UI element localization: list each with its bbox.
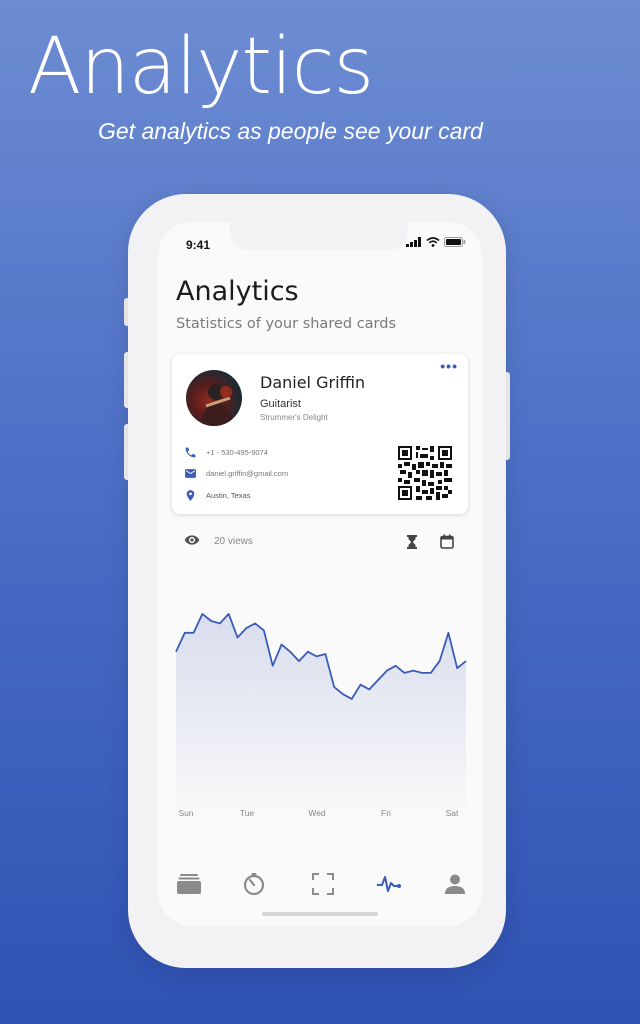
phone-icon: [185, 447, 196, 458]
contact-email-text: daniel.griffin@gmail.com: [206, 469, 289, 478]
x-tick-label: Wed: [308, 808, 326, 818]
business-card[interactable]: Daniel Griffin Guitarist Strummer's Deli…: [172, 354, 468, 514]
signal-icon: [406, 237, 421, 247]
x-tick-label: Tue: [239, 808, 255, 818]
more-horizontal-icon[interactable]: •••: [440, 358, 458, 374]
avatar-photo: [200, 384, 234, 426]
notch: [230, 222, 408, 250]
card-name: Daniel Griffin: [260, 373, 366, 392]
cards-icon: [177, 874, 201, 894]
location-pin-icon: [186, 490, 195, 501]
views-count: 20 views: [214, 536, 253, 547]
status-time: 9:41: [186, 238, 211, 252]
contact-location[interactable]: Austin, Texas: [184, 489, 250, 502]
card-role: Guitarist: [260, 398, 301, 410]
battery-icon: [444, 237, 466, 247]
contact-phone[interactable]: +1 - 530-495-9074: [184, 446, 268, 459]
profile-icon: [445, 874, 465, 894]
phone-screen: 9:41 Analytics Statistics of your shared…: [158, 222, 482, 926]
chart-area: [176, 613, 466, 822]
wifi-icon: [426, 237, 440, 247]
hero-subtitle: Get analytics as people see your card: [98, 118, 483, 144]
qr-code[interactable]: [398, 446, 452, 500]
chart-x-axis: Sun Tue Wed Fri Sat: [174, 808, 468, 822]
x-tick-label: Sun: [178, 808, 194, 818]
hero-title: Analytics: [28, 22, 374, 112]
timer-icon: [243, 873, 265, 896]
calendar-icon[interactable]: [440, 534, 454, 549]
tab-scan[interactable]: [310, 872, 336, 896]
x-tick-label: Fri: [381, 808, 391, 818]
stats-bar: 20 views: [172, 530, 468, 554]
analytics-icon: [377, 876, 401, 892]
status-icons: [406, 237, 466, 247]
avatar: [186, 370, 242, 426]
scan-icon: [312, 873, 334, 895]
card-company: Strummer's Delight: [260, 413, 328, 422]
page-subtitle: Statistics of your shared cards: [176, 316, 397, 332]
email-icon: [185, 469, 196, 478]
contact-location-text: Austin, Texas: [206, 491, 251, 500]
tab-analytics[interactable]: [376, 872, 402, 896]
tab-profile[interactable]: [442, 872, 468, 896]
contact-phone-text: +1 - 530-495-9074: [206, 448, 268, 457]
tab-cards[interactable]: [176, 872, 202, 896]
hourglass-icon[interactable]: [406, 535, 418, 549]
tab-bar: [158, 866, 482, 902]
views-chart: [175, 613, 467, 822]
home-indicator: [262, 912, 378, 916]
contact-email[interactable]: daniel.griffin@gmail.com: [184, 467, 288, 480]
page-title: Analytics: [176, 276, 299, 307]
eye-icon: [184, 535, 200, 545]
x-tick-label: Sat: [445, 808, 459, 818]
tab-timer[interactable]: [241, 872, 267, 896]
